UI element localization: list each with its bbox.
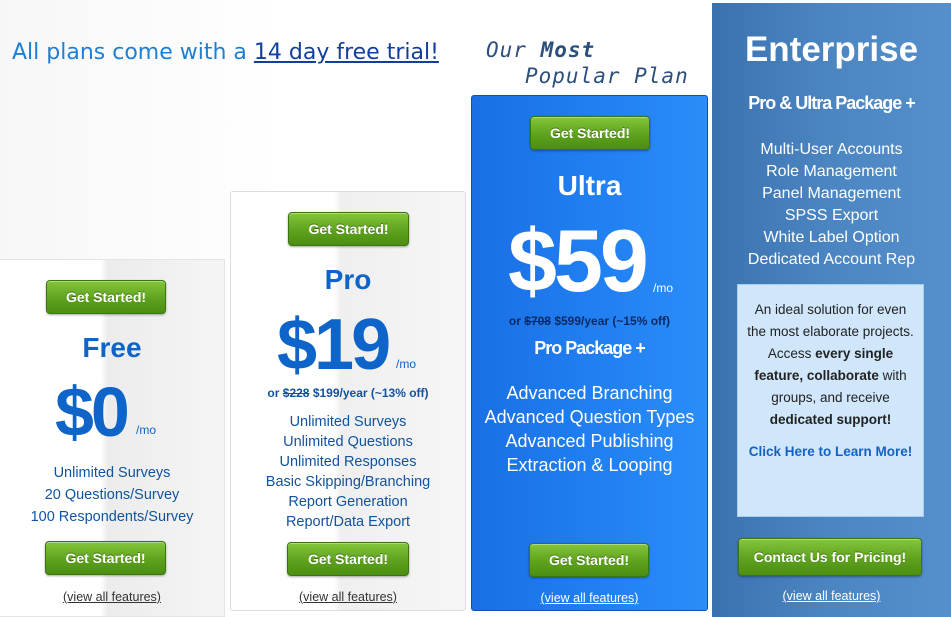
list-item: Advanced Publishing xyxy=(505,431,674,451)
pro-feature-list: Unlimited Surveys Unlimited Questions Un… xyxy=(231,412,465,532)
popular-label-line2: Popular Plan xyxy=(525,64,689,88)
popular-word2: Most xyxy=(540,38,596,62)
enterprise-package-label: Pro & Ultra Package + xyxy=(748,93,916,113)
yearly-prefix: or xyxy=(267,386,280,400)
plan-card-ultra: Get Started! Ultra $59 /mo or $708 $599/… xyxy=(471,95,708,611)
view-all-features-link[interactable]: (view all features) xyxy=(783,589,881,603)
pro-view-all-features: (view all features) xyxy=(231,590,465,604)
list-item: 20 Questions/Survey xyxy=(44,487,180,503)
yearly-prefix: or xyxy=(508,314,521,328)
plan-card-enterprise: Enterprise Pro & Ultra Package + Multi-U… xyxy=(712,3,951,617)
yearly-old-price: $708 xyxy=(524,314,551,328)
ultra-price: $59 xyxy=(508,211,649,310)
trial-text: All plans come with a xyxy=(12,40,254,65)
ultra-yearly-price: or $708 $599/year (~15% off) xyxy=(472,314,707,328)
list-item: Report/Data Export xyxy=(285,514,411,530)
pro-yearly-price: or $228 $199/year (~13% off) xyxy=(231,386,465,400)
list-item: Panel Management xyxy=(762,185,901,202)
list-item: Advanced Question Types xyxy=(484,407,695,427)
ultra-feature-list: Advanced Branching Advanced Question Typ… xyxy=(472,381,707,477)
enterprise-plan-name: Enterprise xyxy=(744,30,919,69)
ultra-package-label: Pro Package + xyxy=(534,338,646,358)
list-item: White Label Option xyxy=(763,229,900,246)
free-plan-name: Free xyxy=(82,332,142,363)
list-item: Unlimited Surveys xyxy=(53,465,171,481)
list-item: Unlimited Surveys xyxy=(289,414,407,430)
yearly-new-price: $199 xyxy=(312,386,340,400)
plan-card-free: Get Started! Free $0 /mo Unlimited Surve… xyxy=(0,259,225,617)
ultra-get-started-bottom-button[interactable]: Get Started! xyxy=(529,543,649,577)
popular-label-line1: Our Most xyxy=(486,38,595,62)
view-all-features-link[interactable]: (view all features) xyxy=(63,590,161,604)
yearly-suffix: /year (~13% off) xyxy=(339,386,429,400)
list-item: Role Management xyxy=(766,163,897,180)
free-view-all-features: (view all features) xyxy=(0,590,224,604)
ultra-per-month: /mo xyxy=(653,281,674,295)
yearly-new-price: $599 xyxy=(554,314,582,328)
enterprise-view-all-features: (view all features) xyxy=(712,589,951,603)
list-item: 100 Respondents/Survey xyxy=(30,509,194,525)
contact-pricing-button[interactable]: Contact Us for Pricing! xyxy=(738,538,922,576)
list-item: Unlimited Questions xyxy=(283,434,413,450)
list-item: Basic Skipping/Branching xyxy=(265,474,431,490)
list-item: Multi-User Accounts xyxy=(760,141,903,158)
list-item: SPSS Export xyxy=(784,207,879,224)
yearly-old-price: $228 xyxy=(282,386,310,400)
pro-get-started-bottom-button[interactable]: Get Started! xyxy=(287,542,409,576)
free-feature-list: Unlimited Surveys 20 Questions/Survey 10… xyxy=(0,462,224,528)
free-get-started-bottom-button[interactable]: Get Started! xyxy=(45,541,166,575)
list-item: Unlimited Responses xyxy=(279,454,417,470)
ultra-view-all-features: (view all features) xyxy=(472,591,707,605)
learn-more-link[interactable]: Click Here to Learn More! xyxy=(746,441,915,463)
free-price: $0 xyxy=(55,373,130,451)
view-all-features-link[interactable]: (view all features) xyxy=(541,591,639,605)
enterprise-feature-list: Multi-User Accounts Role Management Pane… xyxy=(712,139,951,271)
plan-card-pro: Get Started! Pro $19 /mo or $228 $199/ye… xyxy=(230,191,466,611)
pro-per-month: /mo xyxy=(396,357,417,371)
info-bold: dedicated support! xyxy=(769,412,892,427)
pro-plan-name: Pro xyxy=(324,264,372,295)
list-item: Extraction & Looping xyxy=(506,455,673,475)
pro-price: $19 xyxy=(277,305,391,385)
trial-banner: All plans come with a 14 day free trial! xyxy=(12,40,439,65)
enterprise-info-box: An ideal solution for even the most elab… xyxy=(737,284,924,517)
list-item: Advanced Branching xyxy=(506,383,673,403)
free-trial-link[interactable]: 14 day free trial! xyxy=(254,40,439,65)
ultra-get-started-top-button[interactable]: Get Started! xyxy=(530,116,650,150)
view-all-features-link[interactable]: (view all features) xyxy=(299,590,397,604)
pro-get-started-top-button[interactable]: Get Started! xyxy=(288,212,409,246)
list-item: Dedicated Account Rep xyxy=(747,251,916,268)
ultra-plan-name: Ultra xyxy=(557,170,622,201)
list-item: Report Generation xyxy=(288,494,408,510)
info-bold: collaborate xyxy=(806,368,879,383)
free-per-month: /mo xyxy=(136,423,157,437)
yearly-suffix: /year (~15% off) xyxy=(581,314,671,328)
popular-word1: Our xyxy=(486,38,527,62)
free-get-started-top-button[interactable]: Get Started! xyxy=(46,280,166,314)
